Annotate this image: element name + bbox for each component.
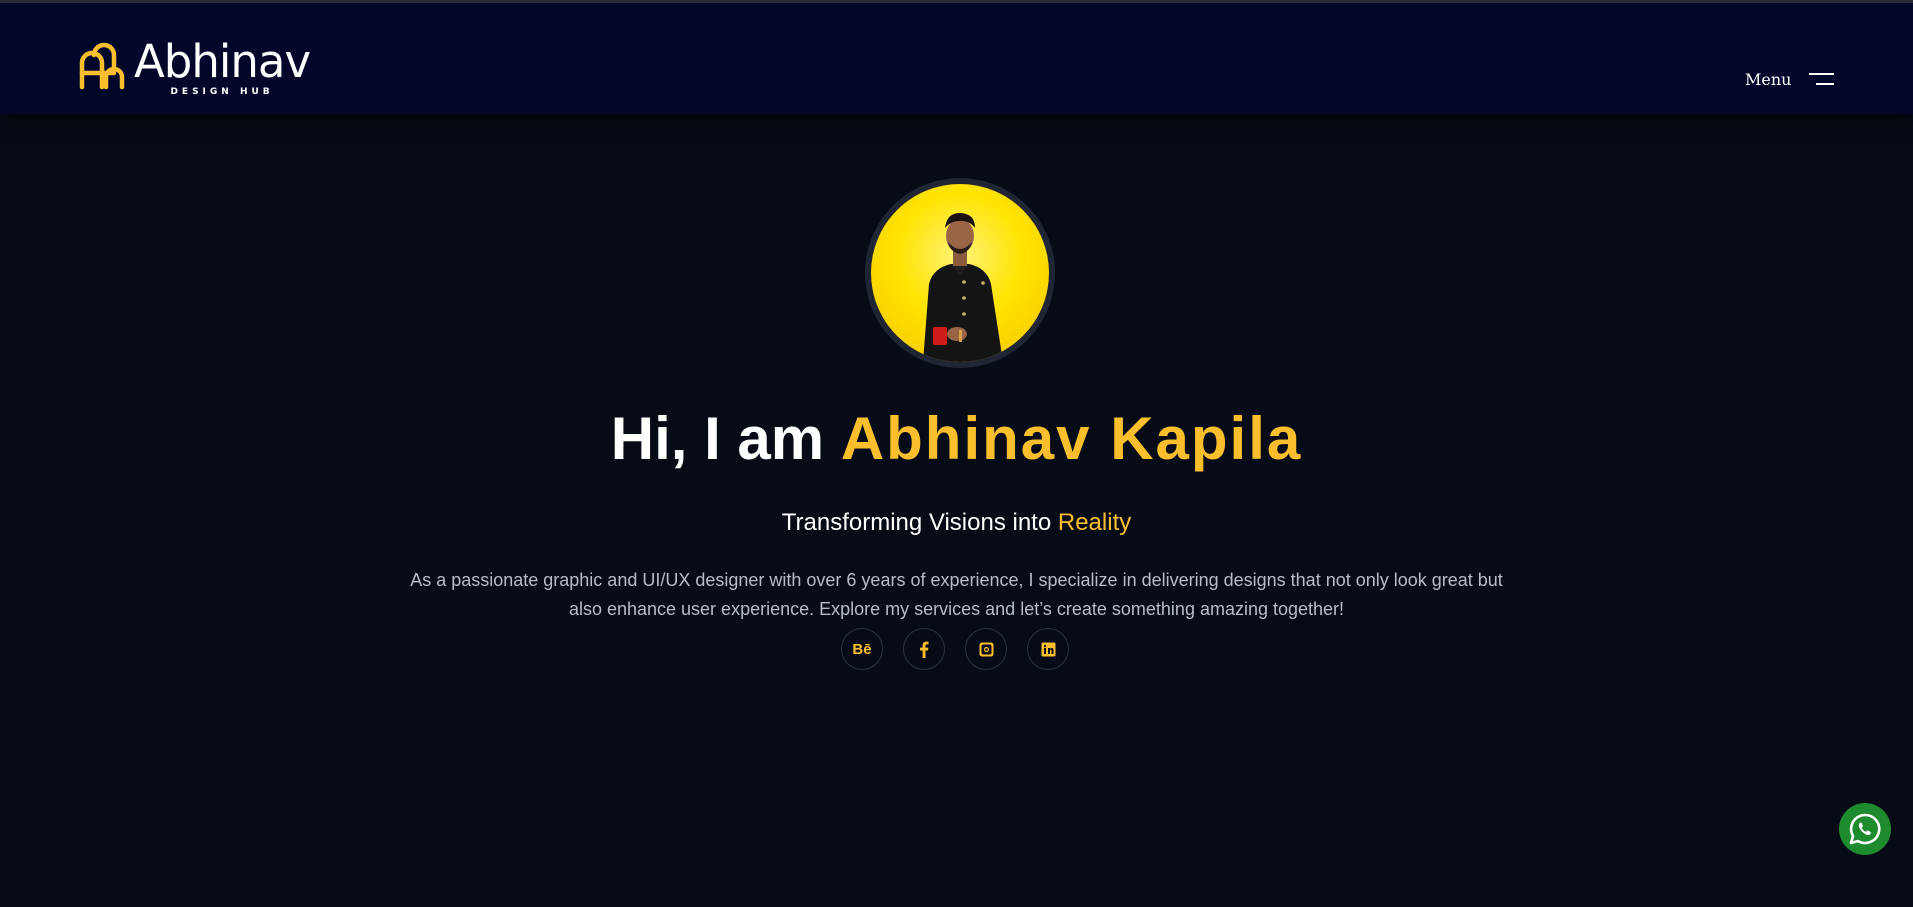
- behance-link[interactable]: Bē: [841, 628, 883, 670]
- menu-label: Menu: [1745, 70, 1792, 89]
- site-header: Abhinav DESIGN HUB Menu: [0, 3, 1913, 114]
- instagram-icon: [979, 642, 993, 656]
- hero-subtitle-prefix: Transforming Visions into: [781, 509, 1058, 536]
- facebook-link[interactable]: [903, 628, 945, 670]
- logo-wordmark: Abhinav: [134, 35, 311, 88]
- whatsapp-icon: [1849, 813, 1881, 845]
- site-logo[interactable]: Abhinav DESIGN HUB: [76, 35, 311, 101]
- hero-subtitle: Transforming Visions into Reality: [0, 509, 1913, 537]
- hero-title-name: Abhinav Kapila: [840, 405, 1303, 472]
- behance-icon: Bē: [852, 640, 872, 658]
- logo-tagline: DESIGN HUB: [170, 87, 274, 97]
- hero-description: As a passionate graphic and UI/UX design…: [410, 570, 1503, 619]
- abhinav-logo-icon: [79, 42, 125, 90]
- linkedin-link[interactable]: [1027, 628, 1069, 670]
- hero-title-prefix: Hi, I am: [610, 405, 841, 472]
- instagram-link[interactable]: [965, 628, 1007, 670]
- linkedin-icon: [1041, 642, 1055, 656]
- social-links: Bē: [841, 628, 1069, 670]
- profile-avatar: [871, 184, 1049, 362]
- menu-button[interactable]: Menu: [1745, 70, 1835, 89]
- hamburger-icon: [1809, 72, 1835, 87]
- profile-photo: [923, 212, 1003, 362]
- whatsapp-button[interactable]: [1839, 803, 1891, 855]
- hero-title: Hi, I am Abhinav Kapila: [0, 404, 1913, 474]
- profile-avatar-frame: [865, 178, 1055, 368]
- page: Abhinav DESIGN HUB Menu Hi, I am Abhinav…: [0, 0, 1913, 907]
- hero-subtitle-accent: Reality: [1057, 509, 1132, 536]
- facebook-icon: [920, 641, 929, 658]
